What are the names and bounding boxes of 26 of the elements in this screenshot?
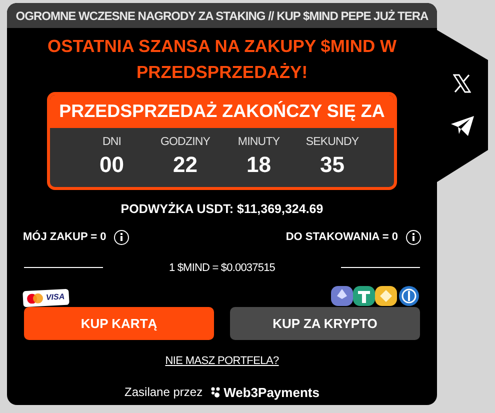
powered-by-label: Zasilane przez [124, 384, 203, 402]
countdown-unit-label: SEKUNDY [306, 135, 359, 150]
headline: OSTATNIA SZANSA NA ZAKUPY $MIND W PRZEDSPRZEDAŻY! [46, 35, 398, 84]
countdown-value: 18 [246, 151, 271, 180]
info-icon[interactable] [114, 230, 130, 245]
countdown-value: 35 [320, 151, 344, 180]
telegram-icon[interactable] [450, 115, 475, 137]
staking-label: DO STAKOWANIA = 0 [286, 230, 398, 245]
countdown-unit-label: GODZINY [160, 135, 210, 150]
raised-amount: PODWYŻKA USDT: $11,369,324.69 [120, 201, 324, 218]
countdown-value: 22 [173, 151, 198, 180]
ticker-text: OGROMNE WCZESNE NAGRODY ZA STAKING // KUP $MIND PEPE JUŻ TERA [16, 8, 428, 24]
buy-with-crypto-button[interactable]: KUP ZA KRYPTO [230, 307, 420, 340]
paw-icon [210, 386, 221, 398]
my-purchase-label: MÓJ ZAKUP = 0 [23, 229, 106, 245]
payment-cards-icon: VISA [22, 288, 70, 308]
countdown-value: 00 [100, 151, 124, 180]
countdown-unit-label: MINUTY [238, 135, 280, 150]
crypto-coins-icon [331, 286, 421, 306]
exchange-rate: 1 $MIND = $0.0037515 [168, 260, 276, 276]
countdown-title: PRZEDSPRZEDAŻ ZAKOŃCZY SIĘ ZA [59, 100, 385, 123]
x-logo-icon[interactable] [453, 74, 471, 93]
no-wallet-link[interactable]: NIE MASZ PORTFELA? [165, 353, 279, 370]
countdown-unit-label: DNI [102, 135, 122, 150]
info-icon[interactable] [406, 230, 421, 245]
provider-name: Web3Payments [224, 384, 320, 402]
